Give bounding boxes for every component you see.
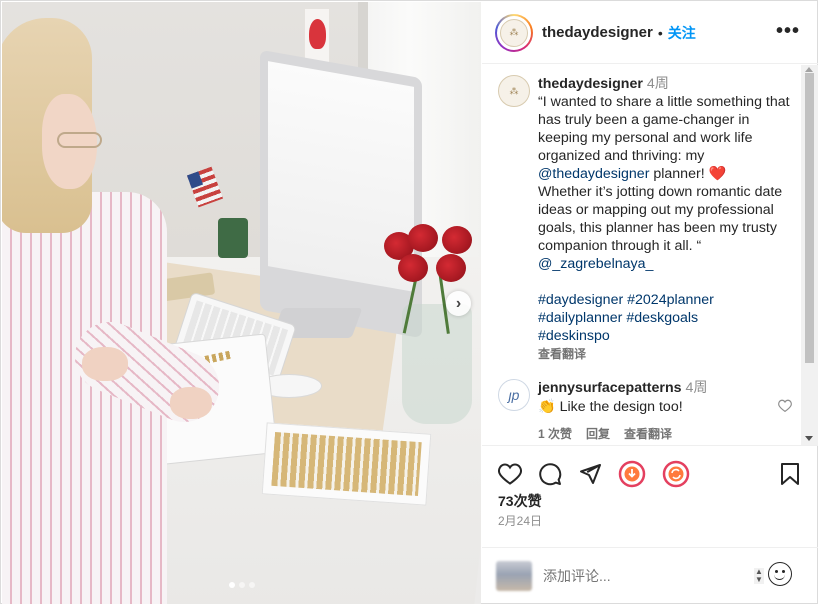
glasses	[57, 132, 102, 148]
comment-item: ȷp jennysurfacepatterns 4周 👏 Like the des…	[498, 379, 798, 444]
commenter-logo-icon: ȷp	[508, 387, 520, 403]
roses	[380, 224, 480, 334]
carousel-dot-2[interactable]	[239, 582, 245, 588]
comments-list[interactable]: ⁂ thedaydesigner 4周 “I wanted to share a …	[482, 65, 804, 445]
input-spinner-icon[interactable]: ▲ ▼	[754, 568, 764, 584]
post-image[interactable]: ›	[2, 2, 481, 604]
scrollbar[interactable]	[801, 65, 818, 445]
more-options-icon[interactable]: •••	[776, 20, 800, 43]
post-date[interactable]: 2月24日	[498, 512, 542, 529]
sync-icon[interactable]	[662, 460, 690, 488]
hashtag-line[interactable]: #dailyplanner #deskgoals	[538, 309, 798, 327]
comment-composer: ▲▼	[482, 547, 818, 604]
hashtag-line[interactable]: #deskinspo	[538, 327, 798, 345]
comment-heart-icon[interactable]	[778, 399, 792, 416]
comment-likes[interactable]: 1 次赞	[538, 425, 572, 444]
post-header: ⁂ thedaydesigner • 关注 •••	[482, 2, 818, 64]
comment-meta: 1 次赞 回复 查看翻译	[538, 425, 768, 444]
author-avatar-ring[interactable]: ⁂	[495, 13, 533, 52]
comment-text: Like the design too!	[555, 399, 683, 415]
chevron-right-icon: ›	[455, 294, 462, 312]
carousel-dots	[229, 582, 255, 588]
caption: ⁂ thedaydesigner 4周 “I wanted to share a …	[498, 75, 798, 363]
scroll-up-arrow-icon[interactable]	[805, 67, 813, 72]
post-side-panel: ⁂ thedaydesigner • 关注 ••• ⁂ thedaydesign…	[482, 2, 818, 604]
heart-icon[interactable]	[496, 460, 524, 488]
caption-mention[interactable]: @_zagrebelnaya_	[538, 256, 653, 272]
scroll-thumb[interactable]	[805, 73, 814, 363]
caption-avatar[interactable]: ⁂	[498, 75, 530, 107]
heart-emoji-icon: ❤️	[708, 166, 727, 182]
separator-dot: •	[657, 24, 663, 41]
follow-button[interactable]: 关注	[668, 23, 696, 43]
comment-translate-link[interactable]: 查看翻译	[624, 425, 672, 444]
logo-icon: ⁂	[509, 85, 519, 96]
logo-icon: ⁂	[500, 18, 528, 47]
bookmark-icon[interactable]	[776, 460, 804, 488]
caption-text: Whether it’s jotting down romantic date …	[538, 184, 783, 254]
comment-time[interactable]: 4周	[686, 380, 708, 396]
caption-text: “I wanted to share a little something th…	[538, 94, 790, 164]
commenter-avatar[interactable]: ȷp	[498, 379, 530, 411]
author-username[interactable]: thedaydesigner	[542, 24, 653, 41]
carousel-dot-1[interactable]	[229, 582, 235, 588]
commenter-username[interactable]: jennysurfacepatterns	[538, 380, 682, 396]
caption-body: thedaydesigner 4周 “I wanted to share a li…	[538, 75, 798, 363]
current-user-avatar	[496, 561, 532, 591]
sticker-sheet	[261, 422, 432, 506]
scroll-down-arrow-icon[interactable]	[805, 436, 813, 441]
reply-button[interactable]: 回复	[586, 425, 610, 444]
like-count[interactable]: 73次赞	[498, 491, 542, 511]
hashtag-line[interactable]: #daydesigner #2024planner	[538, 291, 798, 309]
comment-icon[interactable]	[536, 460, 564, 488]
person-hand-left	[82, 347, 128, 381]
author-avatar: ⁂	[497, 15, 531, 50]
share-icon[interactable]	[576, 460, 604, 488]
comment-body: jennysurfacepatterns 4周 👏 Like the design…	[538, 379, 768, 444]
caption-time[interactable]: 4周	[647, 76, 669, 92]
emoji-icon[interactable]	[768, 562, 792, 586]
hashtags: #daydesigner #2024planner #dailyplanner …	[538, 291, 798, 345]
comment-input[interactable]	[543, 565, 743, 587]
carousel-dot-3[interactable]	[249, 582, 255, 588]
vase	[402, 304, 472, 424]
person-hand-right	[170, 387, 212, 419]
caption-username[interactable]: thedaydesigner	[538, 76, 643, 92]
post-dialog: › ⁂ thedaydesigner • 关注 ••• ⁂ thedaydesi…	[0, 0, 818, 604]
plant-pot	[218, 218, 248, 258]
see-translation-link[interactable]: 查看翻译	[538, 345, 798, 363]
carousel-next-button[interactable]: ›	[446, 291, 471, 316]
caption-mention[interactable]: @thedaydesigner	[538, 166, 649, 182]
clap-emoji-icon: 👏	[538, 399, 556, 415]
download-icon[interactable]	[618, 460, 646, 488]
caption-text: planner!	[649, 166, 709, 182]
